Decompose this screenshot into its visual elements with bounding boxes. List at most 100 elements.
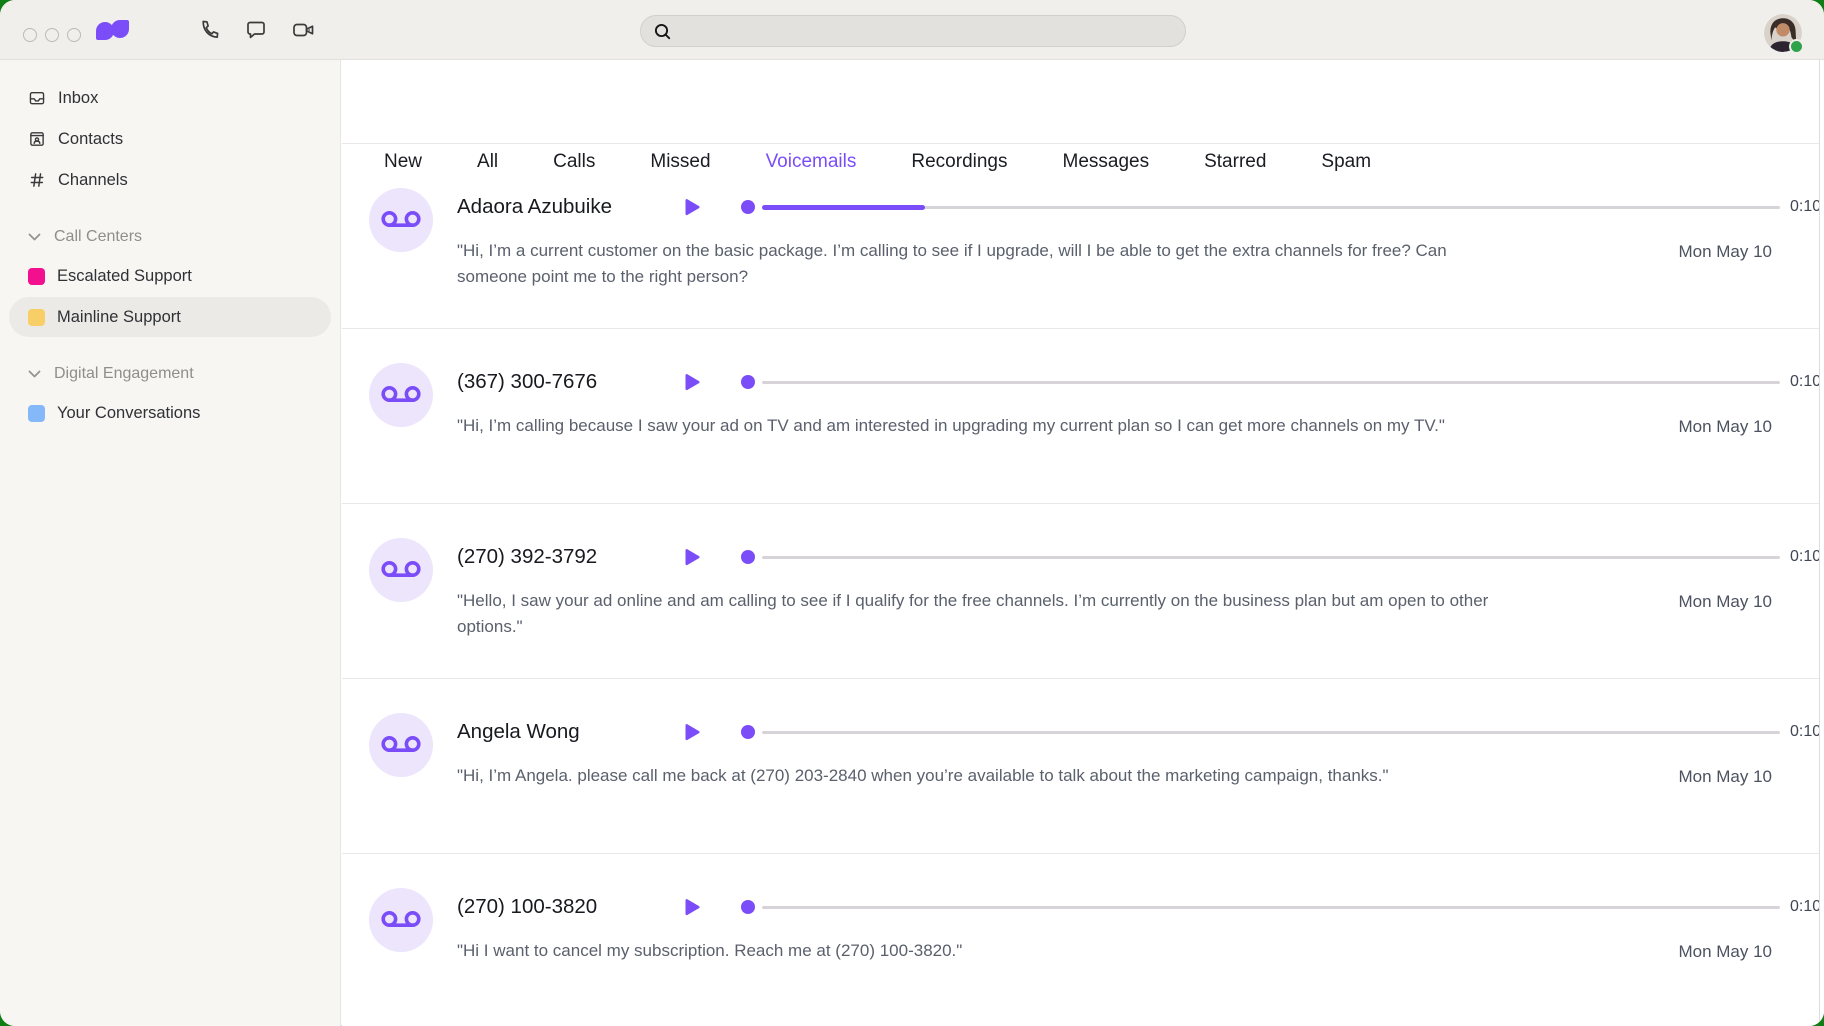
caller-name: Adaora Azubuike — [457, 195, 685, 219]
search-bar[interactable] — [640, 15, 1186, 47]
voicemail-avatar — [369, 713, 433, 777]
app-window: Inbox Contacts Channels Call — [0, 0, 1824, 1026]
voicemail-item[interactable]: (270) 100-3820 0:10 "Hi I want to cancel… — [342, 854, 1824, 1026]
slider-track — [762, 556, 1780, 559]
slider-thumb[interactable] — [741, 900, 755, 914]
sidebar-item-inbox[interactable]: Inbox — [9, 78, 331, 118]
chevron-down-icon — [28, 233, 41, 242]
sidebar-item-mainline-support[interactable]: Mainline Support — [9, 297, 331, 337]
date-label: Mon May 10 — [1678, 242, 1772, 262]
playback-slider[interactable] — [741, 724, 1780, 740]
playback-slider[interactable] — [741, 899, 1780, 915]
section-call-centers[interactable]: Call Centers — [0, 218, 340, 256]
sidebar-item-your-conversations[interactable]: Your Conversations — [9, 393, 331, 433]
slider-track — [762, 731, 1780, 734]
voicemail-icon — [381, 909, 421, 931]
voicemail-avatar — [369, 188, 433, 252]
voicemail-item[interactable]: (367) 300-7676 0:10 "Hi, I’m calling bec… — [342, 329, 1824, 504]
caller-name: (270) 100-3820 — [457, 895, 685, 919]
slider-thumb[interactable] — [741, 550, 755, 564]
caller-name: Angela Wong — [457, 720, 685, 744]
slider-track — [762, 381, 1780, 384]
play-button[interactable] — [685, 898, 701, 916]
user-avatar[interactable] — [1764, 14, 1802, 52]
tab-calls[interactable]: Calls — [553, 151, 595, 173]
sidebar-item-label: Contacts — [58, 130, 123, 149]
tab-messages[interactable]: Messages — [1063, 151, 1150, 173]
section-digital-engagement[interactable]: Digital Engagement — [0, 355, 340, 393]
inbox-icon — [28, 89, 46, 107]
tab-spam[interactable]: Spam — [1321, 151, 1371, 173]
main-content: New All Calls Missed Voicemails Recordin… — [342, 60, 1824, 1026]
tab-recordings[interactable]: Recordings — [911, 151, 1007, 173]
search-icon — [653, 22, 672, 41]
slider-track — [762, 206, 1780, 209]
voicemail-icon — [381, 384, 421, 406]
chat-icon[interactable] — [244, 18, 268, 42]
phone-icon[interactable] — [197, 18, 221, 42]
tab-new[interactable]: New — [384, 151, 422, 173]
hash-icon — [28, 171, 46, 189]
scrollbar-gutter[interactable] — [1819, 60, 1824, 1026]
voicemail-avatar — [369, 888, 433, 952]
contact-card-icon — [28, 130, 46, 148]
titlebar — [0, 0, 1824, 60]
playback-slider[interactable] — [741, 549, 1780, 565]
window-control-dot[interactable] — [67, 28, 81, 42]
section-title: Call Centers — [54, 228, 142, 246]
sidebar-item-label: Your Conversations — [57, 404, 200, 423]
voicemail-item[interactable]: Adaora Azubuike 0:10 "Hi, I’m a current … — [342, 181, 1824, 329]
voicemail-item[interactable]: Angela Wong 0:10 "Hi, I’m Angela. please… — [342, 679, 1824, 854]
caller-name: (367) 300-7676 — [457, 370, 685, 394]
slider-progress — [762, 205, 925, 210]
transcript: "Hi, I’m Angela. please call me back at … — [457, 763, 1517, 789]
playback-slider[interactable] — [741, 374, 1780, 390]
voicemail-avatar — [369, 538, 433, 602]
section-title: Digital Engagement — [54, 365, 194, 383]
voicemail-list: Adaora Azubuike 0:10 "Hi, I’m a current … — [342, 181, 1824, 1026]
voicemail-item[interactable]: (270) 392-3792 0:10 "Hello, I saw your a… — [342, 504, 1824, 679]
voicemail-icon — [381, 209, 421, 231]
slider-thumb[interactable] — [741, 725, 755, 739]
call-center-color-swatch — [28, 268, 45, 285]
transcript: "Hello, I saw your ad online and am call… — [457, 588, 1517, 640]
content-header — [342, 60, 1824, 144]
voicemail-icon — [381, 559, 421, 581]
topbar-actions — [197, 18, 315, 42]
chevron-down-icon — [28, 370, 41, 379]
play-button[interactable] — [685, 198, 701, 216]
tab-starred[interactable]: Starred — [1204, 151, 1266, 173]
sidebar-item-escalated-support[interactable]: Escalated Support — [9, 256, 331, 296]
tab-missed[interactable]: Missed — [650, 151, 710, 173]
window-controls — [23, 28, 81, 42]
date-label: Mon May 10 — [1678, 767, 1772, 787]
playback-slider[interactable] — [741, 199, 1780, 215]
date-label: Mon May 10 — [1678, 417, 1772, 437]
caller-name: (270) 392-3792 — [457, 545, 685, 569]
window-control-dot[interactable] — [23, 28, 37, 42]
sidebar-item-label: Mainline Support — [57, 308, 181, 327]
sidebar-item-channels[interactable]: Channels — [9, 160, 331, 200]
sidebar: Inbox Contacts Channels Call — [0, 60, 341, 1026]
date-label: Mon May 10 — [1678, 942, 1772, 962]
sidebar-item-label: Inbox — [58, 89, 98, 108]
video-icon[interactable] — [291, 18, 315, 42]
window-control-dot[interactable] — [45, 28, 59, 42]
play-button[interactable] — [685, 548, 701, 566]
date-label: Mon May 10 — [1678, 592, 1772, 612]
slider-thumb[interactable] — [741, 200, 755, 214]
call-center-color-swatch — [28, 309, 45, 326]
filter-tabs: New All Calls Missed Voicemails Recordin… — [342, 144, 1824, 180]
tab-all[interactable]: All — [477, 151, 498, 173]
channel-color-swatch — [28, 405, 45, 422]
dialpad-logo-icon — [96, 20, 132, 40]
slider-thumb[interactable] — [741, 375, 755, 389]
tab-voicemails[interactable]: Voicemails — [766, 151, 857, 173]
voicemail-icon — [381, 734, 421, 756]
search-input[interactable] — [680, 22, 1173, 41]
sidebar-item-label: Channels — [58, 171, 128, 190]
sidebar-item-label: Escalated Support — [57, 267, 192, 286]
sidebar-item-contacts[interactable]: Contacts — [9, 119, 331, 159]
play-button[interactable] — [685, 723, 701, 741]
play-button[interactable] — [685, 373, 701, 391]
